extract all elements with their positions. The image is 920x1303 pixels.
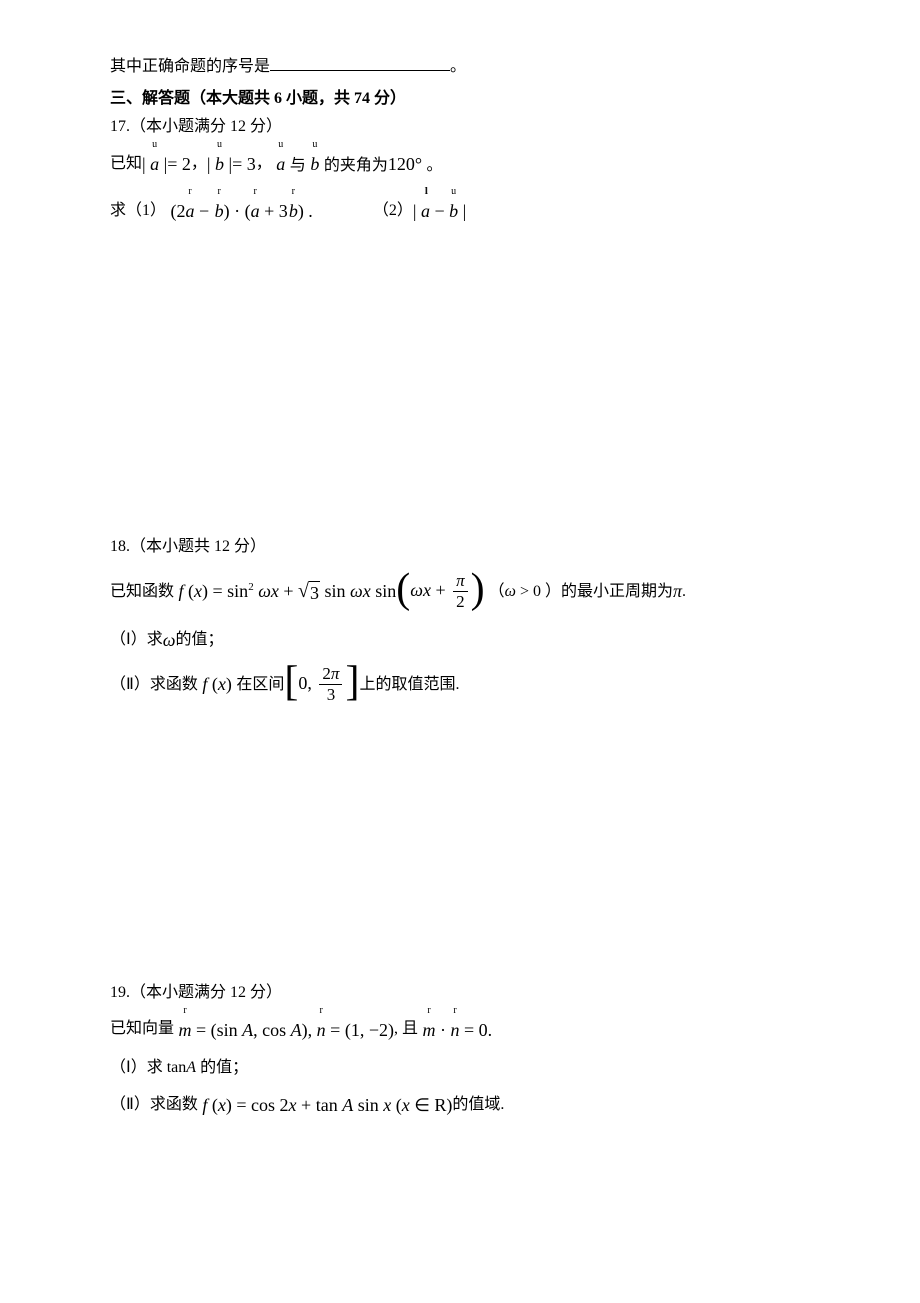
q18-part1-tail: 的值；	[175, 628, 223, 652]
q19-part2: （Ⅱ）求函数 f (x) = cos 2x + tan A sin x (x ∈…	[110, 1092, 810, 1119]
q19-part2-tail: 的值域.	[452, 1093, 504, 1117]
q18-omega: ω	[163, 627, 176, 654]
q17-a-mag: | a |= 2	[142, 149, 191, 178]
q17-ask: 求（1） (2a − b) · (a + 3b) . （2） | a − b |	[110, 196, 810, 225]
section-header: 三、解答题（本大题共 6 小题，共 74 分）	[110, 87, 810, 111]
q18-part2: （Ⅱ）求函数 f (x) 在区间 [ 0, 2π3 ] 上的取值范围.	[110, 664, 810, 706]
problem-18: 18.（本小题共 12 分） 已知函数 f (x) = sin2 ωx + √3…	[110, 535, 810, 706]
workspace-gap-2	[110, 716, 810, 981]
q19-mid: , 且	[394, 1017, 418, 1041]
blank-underline	[270, 55, 450, 71]
sep: ，	[256, 152, 272, 176]
top-suffix: 。	[450, 58, 466, 75]
q18-part2-mid: 在区间	[236, 673, 284, 697]
q17-angle: a 与 b 的夹角为120° 。	[272, 149, 443, 178]
q19-given-prefix: 已知向量	[110, 1017, 174, 1041]
top-text: 其中正确命题的序号是	[110, 58, 270, 75]
problem-17: 17.（本小题满分 12 分） 已知 | a |= 2 ， | b |= 3 ，…	[110, 115, 810, 225]
rparen-icon: )	[471, 571, 485, 609]
q18-part2-label: （Ⅱ）求函数	[110, 673, 198, 697]
q18-period: .	[682, 580, 686, 604]
q18-part2-tail: 上的取值范围.	[359, 673, 459, 697]
q18-func: f (x) = sin2 ωx + √3 sin ωx sin	[174, 578, 396, 605]
q18-given: 已知函数 f (x) = sin2 ωx + √3 sin ωx sin ( ω…	[110, 571, 810, 613]
q17-ask2: （2）	[373, 199, 413, 223]
rbracket-icon: ]	[345, 664, 359, 702]
q18-pi: π	[673, 578, 682, 605]
q18-interval: 0, 2π3	[298, 664, 345, 706]
lbracket-icon: [	[284, 664, 298, 702]
q19-part1: （Ⅰ）求 tanA 的值；	[110, 1056, 810, 1080]
q18-given-prefix: 已知函数	[110, 580, 174, 604]
q18-part2-func: f (x)	[198, 671, 237, 698]
q19-head: 19.（本小题满分 12 分）	[110, 981, 810, 1005]
q17-b-mag: | b |= 3	[207, 149, 256, 178]
sep: ，	[191, 152, 207, 176]
q19-n: n = (1, −2)	[312, 1015, 394, 1044]
q18-part1-label: （Ⅰ）求	[110, 628, 163, 652]
q17-given-prefix: 已知	[110, 152, 142, 176]
q19-part2-prefix: （Ⅱ）求函数	[110, 1093, 198, 1117]
q18-part1: （Ⅰ）求 ω 的值；	[110, 627, 810, 654]
lparen-icon: (	[396, 571, 410, 609]
q19-m: m = (sin A, cos A),	[174, 1015, 312, 1044]
q19-mn: m · n = 0.	[418, 1015, 492, 1044]
top-remark: 其中正确命题的序号是 。	[110, 55, 810, 79]
q18-cond: （ω > 0 ）的最小正周期为	[485, 580, 673, 604]
q19-part2-func: f (x) = cos 2x + tan A sin x (x ∈ R)	[198, 1092, 453, 1119]
q19-part1-text: （Ⅰ）求 tanA 的值；	[110, 1056, 248, 1080]
workspace-gap	[110, 235, 810, 535]
q17-ask-prefix: 求（1）	[110, 199, 166, 223]
problem-19: 19.（本小题满分 12 分） 已知向量 m = (sin A, cos A),…	[110, 981, 810, 1119]
q17-head: 17.（本小题满分 12 分）	[110, 115, 810, 139]
q17-expr1: (2a − b) · (a + 3b) .	[166, 196, 313, 225]
q18-inner: ωx + π2	[410, 571, 470, 613]
q17-given: 已知 | a |= 2 ， | b |= 3 ， a 与 b 的夹角为120° …	[110, 149, 810, 178]
q19-given: 已知向量 m = (sin A, cos A), n = (1, −2) , 且…	[110, 1015, 810, 1044]
q17-expr2: | a − b |	[413, 196, 466, 225]
q18-head: 18.（本小题共 12 分）	[110, 535, 810, 559]
